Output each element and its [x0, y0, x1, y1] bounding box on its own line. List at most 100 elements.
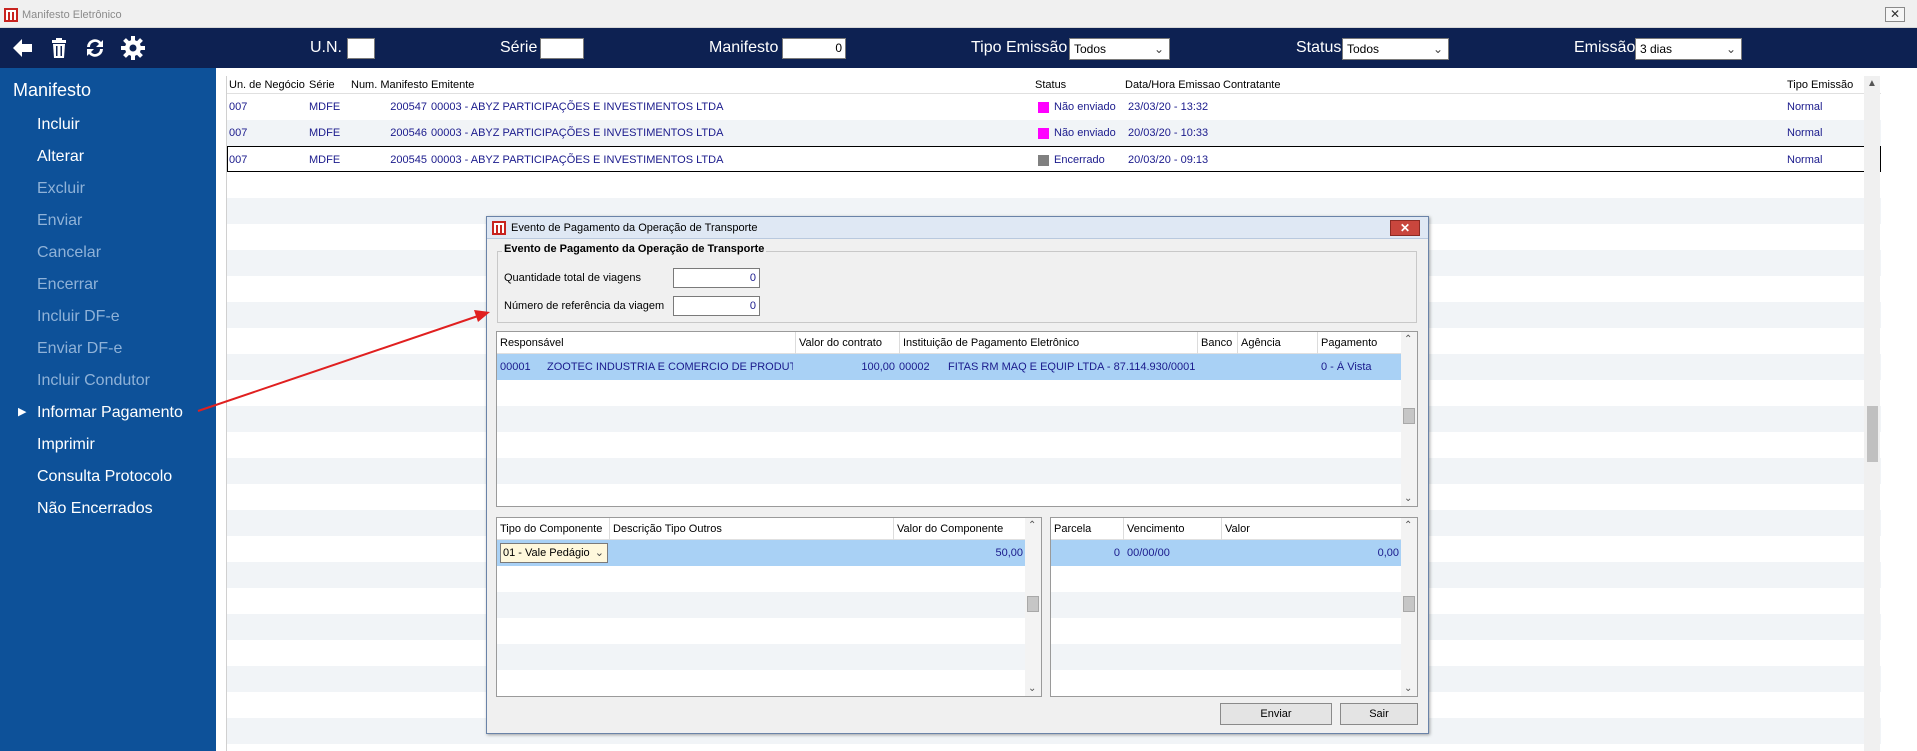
col-header-responsavel[interactable]: Responsável: [500, 337, 564, 349]
empty-row: [497, 406, 1401, 432]
scroll-down-icon[interactable]: ⌄: [1404, 493, 1412, 504]
dialog-title: Evento de Pagamento da Operação de Trans…: [511, 222, 758, 234]
col-header-num[interactable]: Num. Manifesto: [351, 79, 428, 91]
empty-row: [497, 644, 1025, 670]
col-header-pagamento[interactable]: Pagamento: [1321, 337, 1377, 349]
cell-data: 20/03/20 - 10:33: [1128, 127, 1209, 139]
scroll-down-icon[interactable]: ⌄: [1028, 683, 1036, 694]
qtd-viagens-input[interactable]: 0: [673, 268, 760, 288]
col-header-un[interactable]: Un. de Negócio: [229, 79, 305, 91]
col-header-valor-contrato[interactable]: Valor do contrato: [799, 337, 882, 349]
trash-icon[interactable]: [46, 35, 72, 61]
column-separator: [893, 518, 894, 540]
col-header-tipo[interactable]: Tipo Emissão: [1787, 79, 1853, 91]
scroll-thumb[interactable]: [1403, 596, 1415, 612]
sidebar-item-encerrar[interactable]: Encerrar: [37, 276, 98, 294]
col-header-instituicao[interactable]: Instituição de Pagamento Eletrônico: [903, 337, 1079, 349]
window-titlebar: Manifesto Eletrônico ✕: [0, 0, 1917, 28]
cell-status: Não enviado: [1054, 101, 1116, 113]
cell-un: 007: [229, 101, 248, 113]
cell-valor-contrato: 100,00: [861, 361, 895, 373]
refresh-icon[interactable]: [82, 35, 108, 61]
cell-serie: MDFE: [309, 154, 341, 166]
scroll-thumb[interactable]: [1403, 408, 1415, 424]
scroll-up-icon[interactable]: ⌃: [1404, 334, 1412, 345]
sidebar-item-imprimir[interactable]: Imprimir: [37, 436, 95, 454]
installments-grid: Parcela Vencimento Valor 0 00/00/00 0,00…: [1050, 517, 1418, 697]
cell-resp-code: 00001: [500, 361, 531, 373]
un-input[interactable]: [347, 38, 375, 59]
component-row[interactable]: 01 - Vale Pedágio ⌄ 50,00: [497, 540, 1025, 566]
enviar-button[interactable]: Enviar: [1220, 703, 1332, 725]
grid-header: Un. de Negócio Série Num. Manifesto Emit…: [227, 76, 1881, 94]
emissao-select[interactable]: 3 dias ⌄: [1635, 38, 1742, 60]
grid-vertical-scrollbar[interactable]: ▲: [1864, 76, 1880, 751]
col-header-valor-componente[interactable]: Valor do Componente: [897, 523, 1003, 535]
installments-scrollbar[interactable]: ⌃ ⌄: [1401, 518, 1417, 696]
cell-tipo: Normal: [1787, 101, 1823, 113]
payments-scrollbar[interactable]: ⌃ ⌄: [1401, 332, 1417, 506]
col-header-parcela[interactable]: Parcela: [1054, 523, 1091, 535]
trip-info-group: Evento de Pagamento da Operação de Trans…: [497, 243, 1417, 323]
sidebar-item-consulta-protocolo[interactable]: Consulta Protocolo: [37, 468, 172, 486]
emissao-label: Emissão: [1574, 39, 1636, 56]
sidebar-item-cancelar[interactable]: Cancelar: [37, 244, 101, 262]
sidebar-item-enviar[interactable]: Enviar: [37, 212, 82, 230]
col-header-descricao[interactable]: Descrição Tipo Outros: [613, 523, 722, 535]
components-grid: Tipo do Componente Descrição Tipo Outros…: [496, 517, 1042, 697]
column-separator: [609, 518, 610, 540]
back-arrow-icon[interactable]: [9, 35, 35, 61]
col-header-vencimento[interactable]: Vencimento: [1127, 523, 1184, 535]
cell-num: 200546: [390, 127, 427, 139]
col-header-emitente[interactable]: Emitente: [431, 79, 474, 91]
scroll-up-icon[interactable]: ▲: [1867, 78, 1877, 89]
serie-input[interactable]: [540, 38, 584, 59]
col-header-contratante[interactable]: Contratante: [1223, 79, 1280, 91]
cell-un: 007: [229, 127, 248, 139]
components-header: Tipo do Componente Descrição Tipo Outros…: [497, 518, 1025, 540]
cell-status: Não enviado: [1054, 127, 1116, 139]
sidebar-item-nao-encerrados[interactable]: Não Encerrados: [37, 500, 153, 518]
status-color-swatch: [1038, 155, 1049, 166]
group-title: Evento de Pagamento da Operação de Trans…: [502, 243, 767, 255]
tipo-componente-select[interactable]: 01 - Vale Pedágio ⌄: [500, 543, 608, 563]
scroll-down-icon[interactable]: ⌄: [1404, 683, 1412, 694]
table-row[interactable]: 007 MDFE 200546 00003 - ABYZ PARTICIPAÇÕ…: [227, 120, 1881, 146]
scroll-up-icon[interactable]: ⌃: [1404, 520, 1412, 531]
window-title: Manifesto Eletrônico: [22, 9, 122, 21]
sidebar-item-excluir[interactable]: Excluir: [37, 180, 85, 198]
sidebar-item-alterar[interactable]: Alterar: [37, 148, 84, 166]
col-header-status[interactable]: Status: [1035, 79, 1066, 91]
cell-serie: MDFE: [309, 101, 341, 113]
sidebar-item-incluir[interactable]: Incluir: [37, 116, 80, 134]
tipo-emissao-select[interactable]: Todos ⌄: [1069, 38, 1170, 60]
col-header-valor[interactable]: Valor: [1225, 523, 1250, 535]
table-row-selected[interactable]: 007 MDFE 200545 00003 - ABYZ PARTICIPAÇÕ…: [227, 146, 1881, 172]
col-header-tipo-componente[interactable]: Tipo do Componente: [500, 523, 602, 535]
scroll-thumb[interactable]: [1867, 406, 1878, 462]
sidebar-item-incluir-dfe[interactable]: Incluir DF-e: [37, 308, 120, 326]
empty-row: [1051, 644, 1401, 670]
column-separator: [1317, 332, 1318, 354]
window-close-button[interactable]: ✕: [1885, 7, 1905, 22]
col-header-data[interactable]: Data/Hora Emissao: [1125, 79, 1220, 91]
sidebar-item-enviar-dfe[interactable]: Enviar DF-e: [37, 340, 122, 358]
sair-button[interactable]: Sair: [1340, 703, 1418, 725]
installment-row[interactable]: 0 00/00/00 0,00: [1051, 540, 1401, 566]
sidebar-item-informar-pagamento[interactable]: Informar Pagamento: [37, 404, 183, 422]
gear-icon[interactable]: [120, 35, 146, 61]
manifesto-input[interactable]: 0: [782, 38, 846, 59]
col-header-serie[interactable]: Série: [309, 79, 335, 91]
table-row[interactable]: 007 MDFE 200547 00003 - ABYZ PARTICIPAÇÕ…: [227, 94, 1881, 120]
status-select[interactable]: Todos ⌄: [1342, 38, 1449, 60]
col-header-agencia[interactable]: Agência: [1241, 337, 1281, 349]
scroll-up-icon[interactable]: ⌃: [1028, 520, 1036, 531]
components-scrollbar[interactable]: ⌃ ⌄: [1025, 518, 1041, 696]
col-header-banco[interactable]: Banco: [1201, 337, 1232, 349]
dialog-close-button[interactable]: ✕: [1390, 220, 1420, 236]
sidebar-item-incluir-condutor[interactable]: Incluir Condutor: [37, 372, 150, 390]
cell-data: 20/03/20 - 09:13: [1128, 154, 1209, 166]
num-ref-input[interactable]: 0: [673, 296, 760, 316]
scroll-thumb[interactable]: [1027, 596, 1039, 612]
payment-row[interactable]: 00001 ZOOTEC INDUSTRIA E COMERCIO DE PRO…: [497, 354, 1401, 380]
